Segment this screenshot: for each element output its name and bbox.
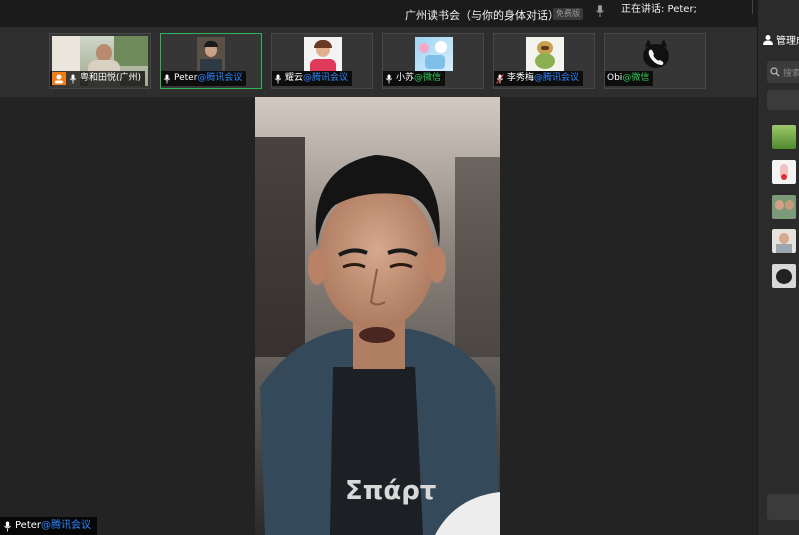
free-version-badge: 免费版 [553, 8, 583, 20]
host-icon [52, 72, 66, 85]
participant-name: 粤和田悦(广州) [80, 73, 142, 83]
meeting-title: 广州读书会（与你的身体对话） [405, 9, 559, 22]
member-avatar[interactable] [772, 229, 796, 253]
participant-label: 李秀梅 @腾讯会议 [494, 71, 584, 86]
main-speaker-source: @腾讯会议 [41, 520, 92, 531]
mic-icon [163, 74, 171, 83]
sidebar-action-button[interactable] [767, 494, 799, 520]
participant-source: @微信 [414, 73, 442, 83]
black-cat-phone-icon [643, 39, 669, 68]
svg-text:Σπάρτ: Σπάρτ [345, 476, 436, 506]
participant-tile[interactable]: 李秀梅 @腾讯会议 [493, 33, 595, 89]
members-sidebar: 管理成 搜索 [757, 0, 799, 535]
participant-source: @腾讯会议 [534, 73, 580, 83]
toolbar-divider [752, 0, 753, 14]
participant-avatar [639, 37, 673, 71]
speaker-video-frame: Σπάρτ [255, 97, 500, 535]
main-speaker-label: Peter @腾讯会议 [0, 517, 98, 535]
participant-label: 小苏 @微信 [383, 71, 446, 86]
member-avatar[interactable] [772, 195, 796, 219]
mic-icon [69, 74, 77, 83]
mic-icon [385, 74, 393, 83]
participant-tile[interactable]: 小苏 @微信 [382, 33, 484, 89]
user-icon [763, 34, 773, 45]
participant-avatar [304, 37, 342, 71]
participant-name: 耀云 [285, 73, 304, 83]
participant-source: @腾讯会议 [303, 73, 349, 83]
mic-icon [274, 74, 282, 83]
participant-tile[interactable]: Obi @微信 [604, 33, 706, 89]
participant-tile-active[interactable]: Peter @腾讯会议 [160, 33, 262, 89]
participant-tile[interactable]: 耀云 @腾讯会议 [271, 33, 373, 89]
member-search-input[interactable]: 搜索 [767, 61, 799, 83]
main-stage: Σπάρτ [0, 97, 757, 535]
participant-label: Peter @腾讯会议 [161, 71, 247, 86]
participant-avatar [415, 37, 453, 71]
participant-avatar [197, 37, 225, 71]
participant-tile[interactable]: 粤和田悦(广州) [49, 33, 151, 89]
members-header[interactable]: 管理成 [762, 32, 799, 47]
main-speaker-name: Peter [15, 520, 42, 531]
participant-name: Obi [607, 73, 623, 83]
member-avatar[interactable] [772, 160, 796, 184]
search-icon [770, 67, 780, 77]
search-placeholder: 搜索 [783, 68, 799, 79]
mic-muted-icon [496, 73, 504, 84]
member-avatar[interactable] [772, 125, 796, 149]
participant-label: 粤和田悦(广州) [50, 71, 146, 86]
title-bar: 广州读书会（与你的身体对话） 免费版 正在讲话: Peter; [0, 0, 774, 27]
sidebar-tab-bar[interactable] [767, 90, 799, 110]
participant-avatar [526, 37, 564, 71]
participant-label: 耀云 @腾讯会议 [272, 71, 353, 86]
main-speaker-video[interactable]: Σπάρτ [255, 97, 500, 535]
participant-label: Obi @微信 [605, 71, 654, 86]
mic-icon[interactable] [594, 4, 606, 18]
participant-name: Peter [174, 73, 198, 83]
participant-source: @微信 [622, 73, 650, 83]
member-avatar[interactable] [772, 264, 796, 288]
participant-source: @腾讯会议 [197, 73, 243, 83]
participant-name: 李秀梅 [507, 73, 535, 83]
participant-strip: 粤和田悦(广州) Peter @腾讯会议 耀云 @腾讯会议 小苏 @微信 李秀梅… [0, 27, 757, 97]
speaking-indicator: 正在讲话: Peter; [621, 4, 697, 15]
participant-name: 小苏 [396, 73, 415, 83]
mic-icon [4, 521, 11, 531]
members-header-label: 管理成 [776, 36, 799, 47]
